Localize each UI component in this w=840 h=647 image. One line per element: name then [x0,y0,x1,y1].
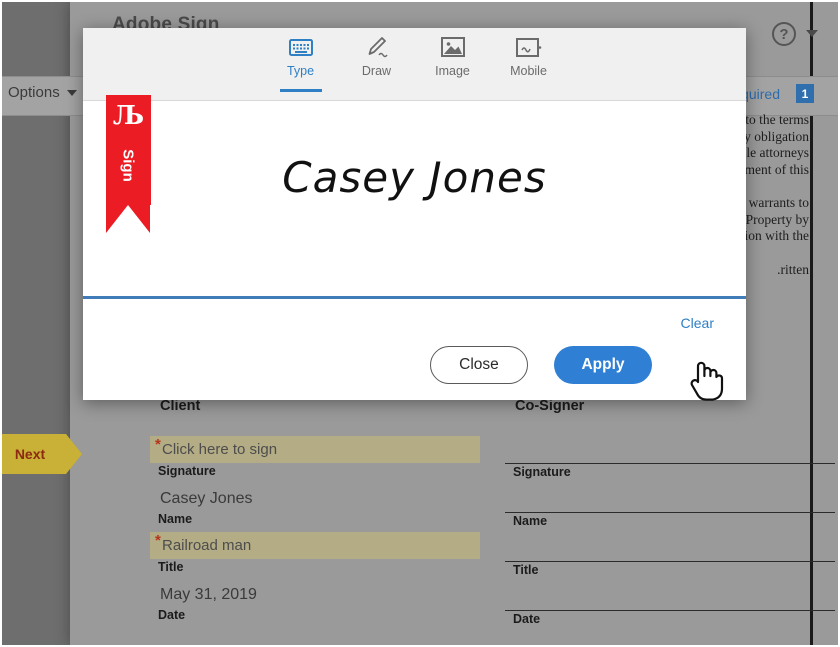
browser-window: Adobe Sign ? Options Required 1 any to t… [0,0,840,647]
adobe-sign-page: Adobe Sign ? Options Required 1 any to t… [0,0,840,647]
window-border [0,0,840,647]
